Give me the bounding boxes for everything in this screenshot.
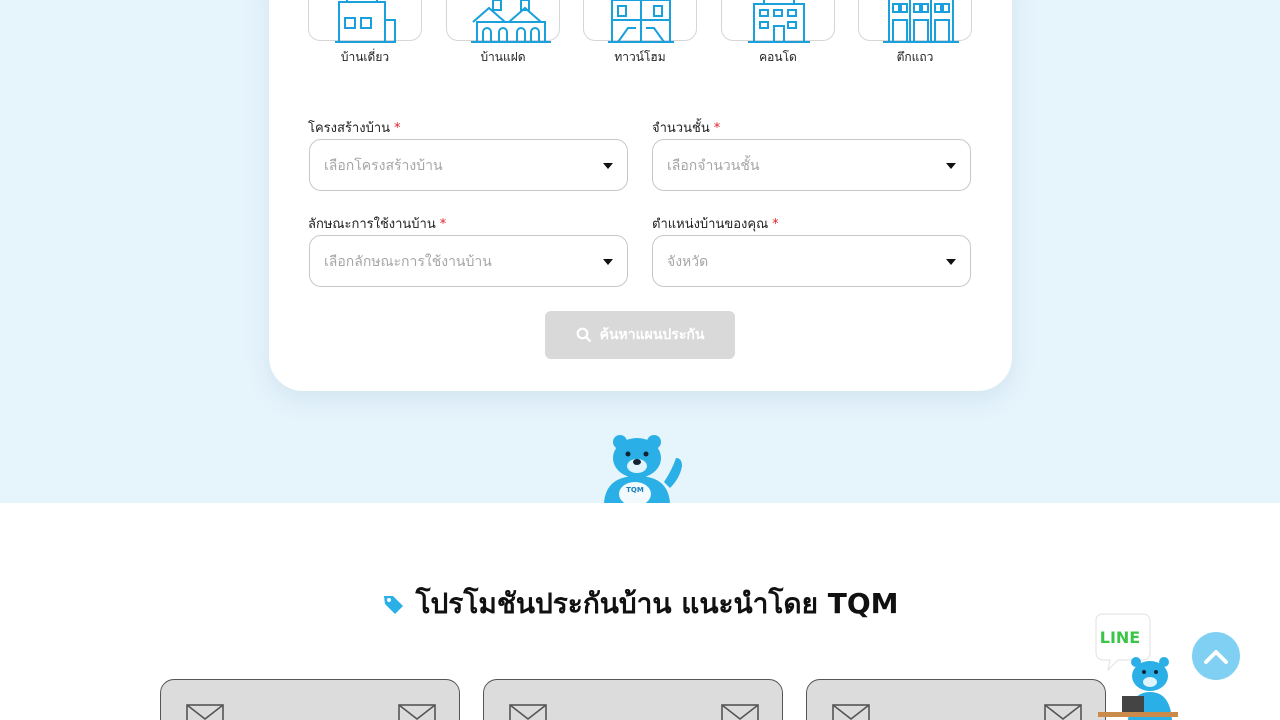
house-type-single[interactable] (308, 0, 422, 43)
envelope-icon (832, 704, 870, 720)
twin-house-icon (471, 0, 551, 43)
envelope-icon (398, 704, 436, 720)
usage-placeholder: เลือกลักษณะการใช้งานบ้าน (324, 254, 492, 270)
chevron-down-icon (603, 163, 613, 169)
condo-icon (748, 0, 810, 43)
required-marker: * (713, 121, 721, 136)
chevron-down-icon (946, 259, 956, 265)
mascot-badge: TQM (626, 486, 644, 494)
line-label: LINE (1100, 628, 1140, 647)
tag-icon (384, 596, 404, 614)
promo-card[interactable] (160, 679, 460, 720)
house-type-condo[interactable] (721, 0, 835, 43)
house-type-shophouse[interactable] (858, 0, 972, 43)
required-marker: * (772, 217, 779, 232)
single-house-icon (335, 0, 396, 43)
structure-placeholder: เลือกโครงสร้างบ้าน (324, 158, 443, 174)
house-type-label: ตึกแถว (896, 50, 934, 64)
shophouse-icon (883, 0, 959, 43)
house-type-label: คอนโด (759, 50, 797, 64)
structure-label-text: โครงสร้างบ้าน (308, 121, 391, 136)
envelope-icon (509, 704, 547, 720)
mascot-bear-image: TQM (604, 435, 682, 503)
required-marker: * (394, 121, 401, 136)
chevron-up-icon (1204, 650, 1228, 664)
structure-label: โครงสร้างบ้าน * (308, 117, 401, 138)
search-icon (576, 327, 591, 343)
house-type-label: ทาวน์โฮม (614, 50, 666, 64)
required-marker: * (439, 217, 447, 232)
usage-label: ลักษณะการใช้งานบ้าน * (308, 213, 446, 234)
promo-card[interactable] (806, 679, 1106, 720)
house-type-label: บ้านแฝด (480, 50, 526, 64)
envelope-icon (721, 704, 759, 720)
location-label-text: ตำแหน่งบ้านของคุณ (652, 217, 769, 232)
floors-label-text: จำนวนชั้น (652, 121, 710, 136)
floors-placeholder: เลือกจำนวนชั้น (667, 158, 760, 174)
structure-select[interactable]: เลือกโครงสร้างบ้าน (309, 139, 628, 191)
floors-select[interactable]: เลือกจำนวนชั้น (652, 139, 971, 191)
chevron-down-icon (946, 163, 956, 169)
envelope-icon (1044, 704, 1082, 720)
line-chat-widget[interactable]: LINE (1088, 612, 1183, 720)
scroll-to-top-button[interactable] (1192, 632, 1240, 680)
search-plan-button[interactable]: ค้นหาแผนประกัน (545, 311, 735, 359)
house-type-twin[interactable] (446, 0, 560, 43)
townhome-icon (608, 0, 674, 43)
promo-title-text: โปรโมชันประกันบ้าน แนะนำโดย TQM (415, 587, 899, 620)
province-select[interactable]: จังหวัด (652, 235, 971, 287)
house-type-label: บ้านเดี่ยว (340, 50, 390, 64)
promo-card[interactable] (483, 679, 783, 720)
search-button-label: ค้นหาแผนประกัน (599, 327, 705, 343)
location-label: ตำแหน่งบ้านของคุณ * (652, 213, 779, 234)
house-type-townhome[interactable] (583, 0, 697, 43)
province-placeholder: จังหวัด (667, 254, 709, 270)
floors-label: จำนวนชั้น * (652, 117, 720, 138)
usage-select[interactable]: เลือกลักษณะการใช้งานบ้าน (309, 235, 628, 287)
envelope-icon (186, 704, 224, 720)
chevron-down-icon (603, 259, 613, 265)
usage-label-text: ลักษณะการใช้งานบ้าน (308, 217, 436, 232)
